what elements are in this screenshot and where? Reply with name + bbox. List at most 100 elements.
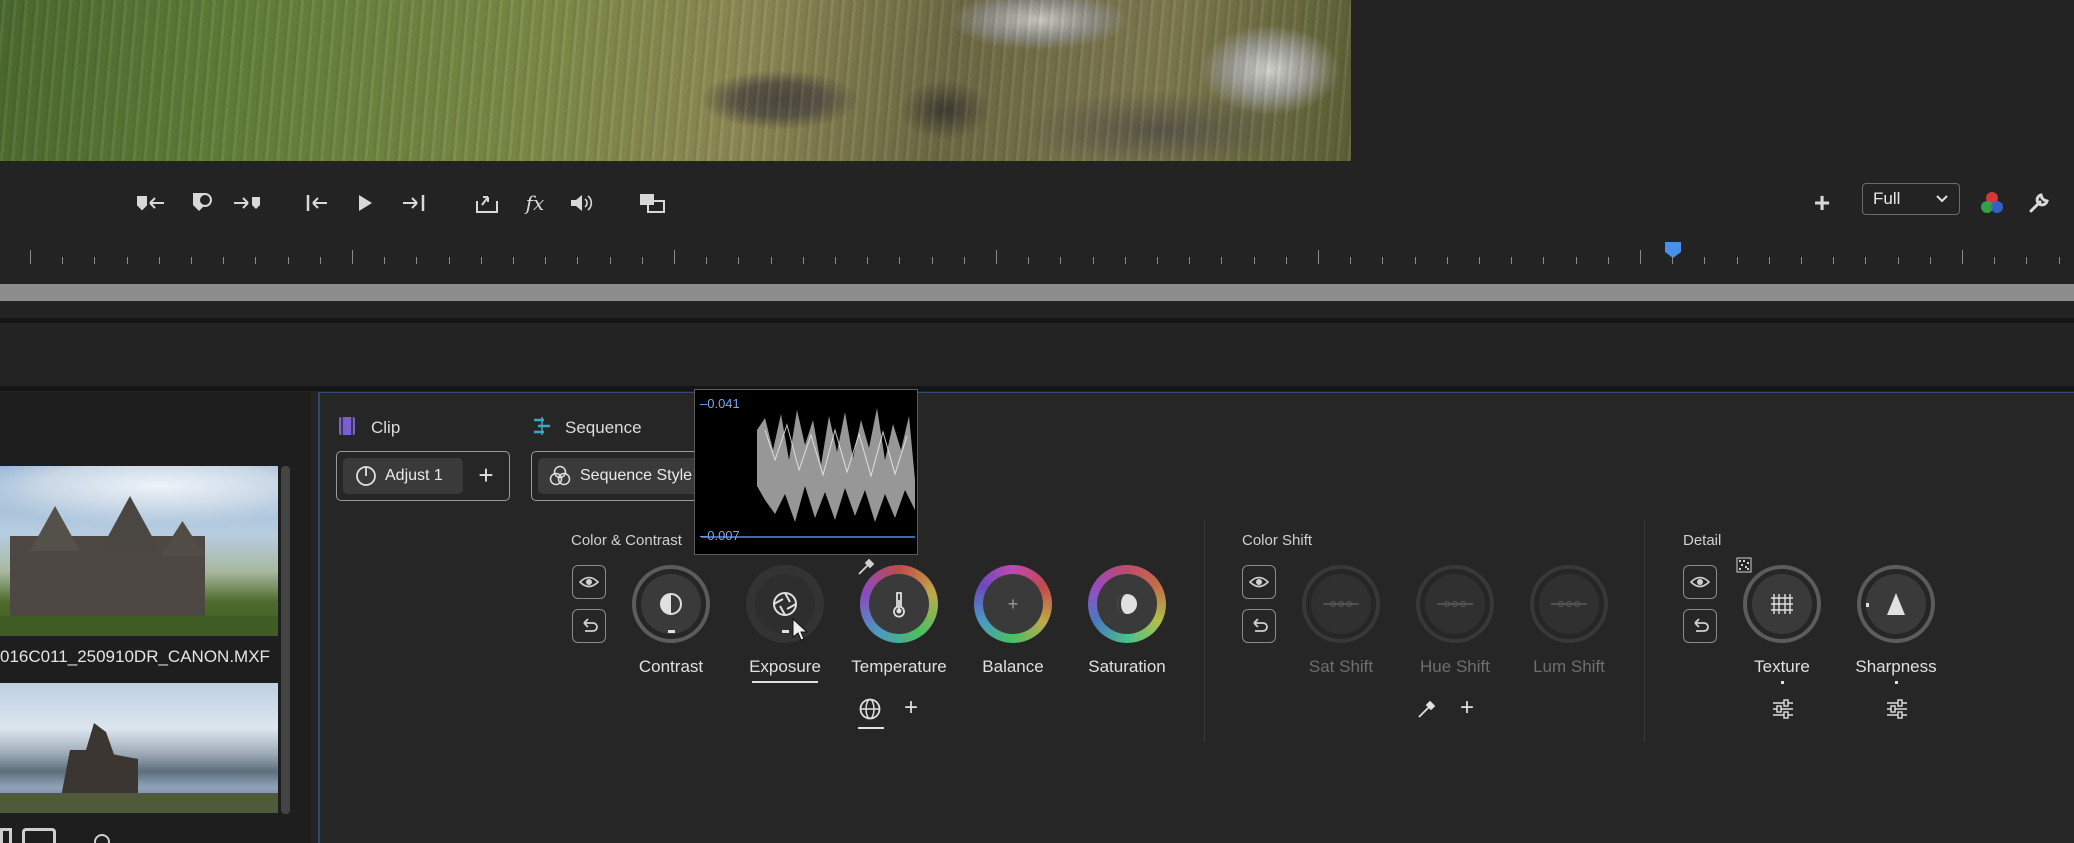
toggle-visibility-button[interactable] (1242, 565, 1276, 599)
texture-dial[interactable] (1743, 565, 1821, 643)
style-circles-icon (549, 465, 571, 492)
play-icon[interactable] (350, 188, 380, 218)
go-to-out-icon[interactable] (398, 188, 428, 218)
volume-icon[interactable] (566, 188, 596, 218)
sharpness-triangle-icon (1887, 593, 1905, 615)
ruler-tick (1736, 257, 1738, 264)
texture-settings-sliders-icon[interactable] (1771, 698, 1795, 725)
toggle-visibility-button[interactable] (572, 565, 606, 599)
ruler-tick (1865, 257, 1867, 264)
noise-pattern-icon[interactable] (1736, 557, 1752, 578)
ruler-tick (1897, 257, 1899, 264)
ruler-tick (545, 257, 547, 264)
playback-resolution-select[interactable]: Full (1862, 183, 1960, 215)
add-marker-icon[interactable] (186, 188, 216, 218)
wrench-settings-icon[interactable] (2024, 188, 2054, 218)
media-thumbnail[interactable] (0, 466, 278, 636)
reset-section-button[interactable] (1683, 609, 1717, 643)
ruler-tick (1221, 257, 1223, 264)
ruler-tick (1543, 257, 1545, 264)
ruler-tick (802, 257, 804, 264)
ruler-tick (867, 257, 869, 264)
ruler-tick (1768, 257, 1770, 264)
media-list-scrollbar[interactable] (281, 466, 290, 814)
sharpness-settings-sliders-icon[interactable] (1885, 698, 1909, 725)
effects-fx-icon[interactable]: fx (520, 188, 550, 218)
curve-points-icon (1551, 601, 1587, 607)
add-local-adjustment-button[interactable]: + (904, 694, 918, 722)
ruler-tick (191, 257, 192, 264)
ruler-tick (770, 257, 772, 264)
saturation-label: Saturation (1088, 657, 1166, 676)
undo-icon (1694, 618, 1709, 632)
section-divider (1204, 520, 1205, 742)
playhead-icon[interactable] (1664, 241, 1682, 264)
ruler-tick (641, 257, 643, 264)
ruler-tick (1124, 257, 1126, 264)
mark-in-icon[interactable] (136, 188, 166, 218)
clip-name-label[interactable]: 016C011_250910DR_CANON.MXF (0, 647, 270, 667)
eye-icon (1690, 576, 1710, 588)
add-button-icon[interactable]: + (1807, 187, 1837, 218)
hue-shift-dial[interactable] (1416, 565, 1494, 643)
dial-indicator (782, 630, 789, 633)
ruler-tick (1414, 257, 1416, 264)
clip-tab[interactable]: Clip (371, 418, 400, 438)
ruler-tick (1382, 257, 1384, 264)
ruler-tick (255, 257, 257, 264)
sequence-tab[interactable]: Sequence (565, 418, 642, 438)
ruler-tick (1704, 257, 1706, 264)
lum-shift-dial[interactable] (1530, 565, 1608, 643)
temperature-label: Temperature (851, 657, 947, 676)
eyedropper-icon[interactable] (856, 557, 876, 582)
hue-shift-label: Hue Shift (1420, 657, 1490, 676)
add-adjustment-button[interactable]: + (474, 460, 498, 490)
ruler-tick (2058, 257, 2060, 264)
balance-dial[interactable]: + (974, 565, 1052, 643)
go-to-in-icon[interactable] (303, 188, 333, 218)
ruler-tick (835, 257, 836, 264)
add-color-shift-button[interactable]: + (1460, 694, 1474, 722)
toggle-visibility-button[interactable] (1683, 565, 1717, 599)
eyedropper-icon[interactable] (1416, 698, 1438, 725)
saturation-dial[interactable] (1088, 565, 1166, 643)
ruler-tick (1028, 257, 1030, 264)
list-view-icon[interactable] (0, 828, 12, 843)
ruler-tick (62, 257, 64, 264)
dial-indicator (1781, 681, 1784, 684)
scope-top-value: –0.041 (700, 396, 740, 411)
comparison-view-icon[interactable] (638, 188, 668, 218)
balance-label: Balance (982, 657, 1044, 676)
texture-grid-icon (1771, 594, 1793, 614)
color-channels-icon[interactable] (1977, 188, 2007, 218)
sat-shift-dial[interactable] (1302, 565, 1380, 643)
global-globe-icon[interactable] (858, 697, 882, 726)
zoom-icon[interactable] (94, 834, 110, 843)
ruler-tick (1318, 250, 1319, 264)
ruler-tick (1189, 257, 1191, 264)
contrast-label: Contrast (638, 657, 704, 676)
ruler-tick (1060, 257, 1062, 264)
grid-view-icon[interactable] (22, 828, 56, 843)
export-frame-icon[interactable] (472, 188, 502, 218)
sequence-style-label: Sequence Style (580, 467, 693, 484)
reset-section-button[interactable] (572, 609, 606, 643)
section-divider (1644, 520, 1645, 742)
panel-divider[interactable] (0, 386, 2074, 391)
ruler-tick (1607, 257, 1609, 264)
mark-out-icon[interactable] (232, 188, 262, 218)
saturation-icon (1117, 594, 1137, 614)
time-ruler[interactable] (0, 242, 2074, 268)
scope-bottom-value: –0.007 (700, 528, 740, 543)
timeline-zoom-scrollbar[interactable] (0, 284, 2074, 301)
sharpness-label: Sharpness (1855, 657, 1937, 676)
waveform-scope-popup: –0.041 –0.007 (694, 389, 918, 555)
panel-divider[interactable] (0, 318, 2074, 323)
eye-icon (579, 576, 599, 588)
mouse-cursor-icon (792, 617, 809, 647)
reset-section-button[interactable] (1242, 609, 1276, 643)
dial-indicator (1895, 681, 1898, 684)
ruler-tick (1994, 257, 1996, 264)
media-thumbnail[interactable] (0, 683, 278, 813)
curve-points-icon (1437, 601, 1473, 607)
